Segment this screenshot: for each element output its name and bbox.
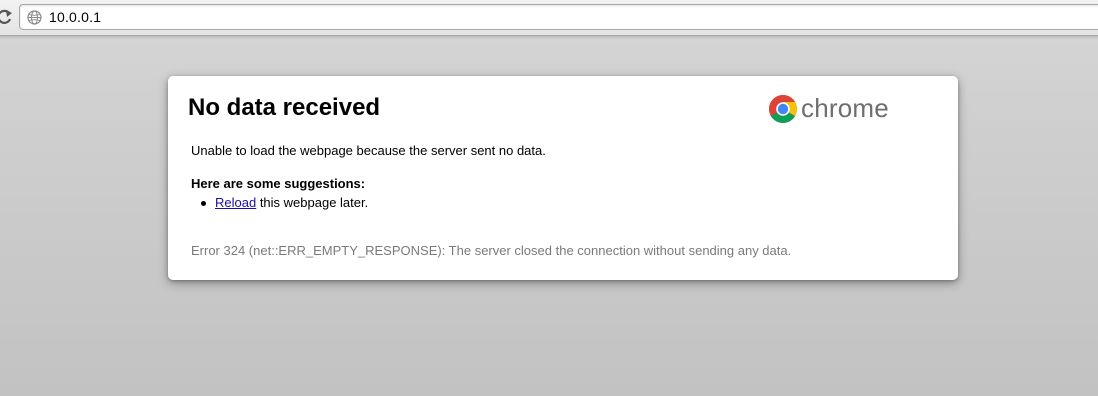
url-text[interactable]: 10.0.0.1 — [49, 9, 101, 25]
chrome-logo-icon — [769, 95, 797, 123]
suggestion-text: this webpage later. — [256, 195, 369, 210]
list-item: Reload this webpage later. — [201, 195, 369, 210]
suggestions-heading: Here are some suggestions: — [191, 176, 366, 191]
reload-icon[interactable] — [0, 7, 13, 27]
error-card: No data received chrome Unable to load t… — [168, 76, 958, 280]
chrome-logo-text: chrome — [801, 93, 889, 123]
browser-toolbar: 10.0.0.1 — [0, 0, 1098, 36]
reload-link[interactable]: Reload — [215, 195, 256, 210]
error-code: Error 324 (net::ERR_EMPTY_RESPONSE): The… — [191, 243, 792, 258]
bullet — [201, 201, 206, 206]
globe-icon — [27, 10, 42, 25]
error-summary: Unable to load the webpage because the s… — [191, 143, 546, 158]
page-title: No data received — [188, 94, 381, 121]
address-bar[interactable]: 10.0.0.1 — [19, 4, 1098, 30]
toolbar-shadow — [0, 36, 1098, 39]
